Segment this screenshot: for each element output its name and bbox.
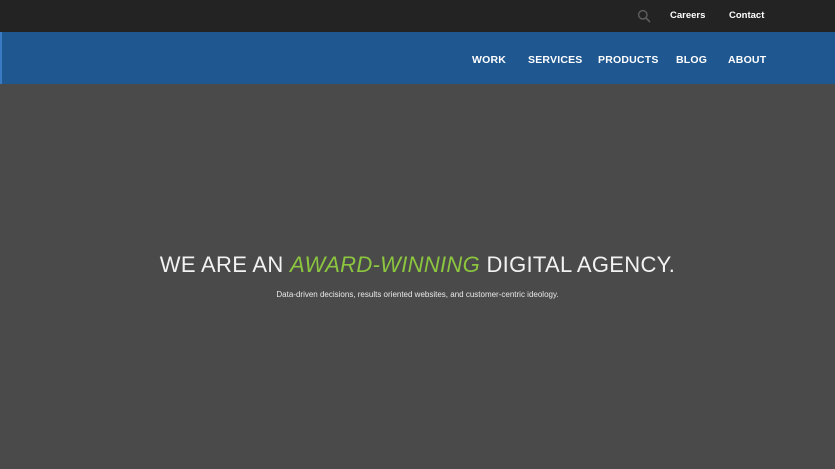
nav-item-work[interactable]: WORK — [472, 32, 506, 84]
nav-item-services[interactable]: SERVICES — [528, 32, 583, 84]
hero-section: WE ARE AN AWARD-WINNING DIGITAL AGENCY. … — [0, 84, 835, 469]
top-utility-bar: Careers Contact — [0, 0, 835, 32]
hero-headline: WE ARE AN AWARD-WINNING DIGITAL AGENCY. — [0, 252, 835, 278]
contact-link[interactable]: Contact — [729, 0, 764, 32]
hero-subline: Data-driven decisions, results oriented … — [276, 290, 559, 299]
headline-before: WE ARE AN — [159, 252, 284, 277]
headline-after: DIGITAL AGENCY. — [486, 252, 676, 277]
main-nav: WORK SERVICES PRODUCTS BLOG ABOUT — [0, 32, 835, 84]
careers-link[interactable]: Careers — [670, 0, 705, 32]
nav-item-about[interactable]: ABOUT — [728, 32, 766, 84]
search-icon[interactable] — [637, 9, 651, 23]
nav-item-products[interactable]: PRODUCTS — [598, 32, 659, 84]
headline-accent: AWARD-WINNING — [289, 252, 481, 277]
nav-item-blog[interactable]: BLOG — [676, 32, 707, 84]
